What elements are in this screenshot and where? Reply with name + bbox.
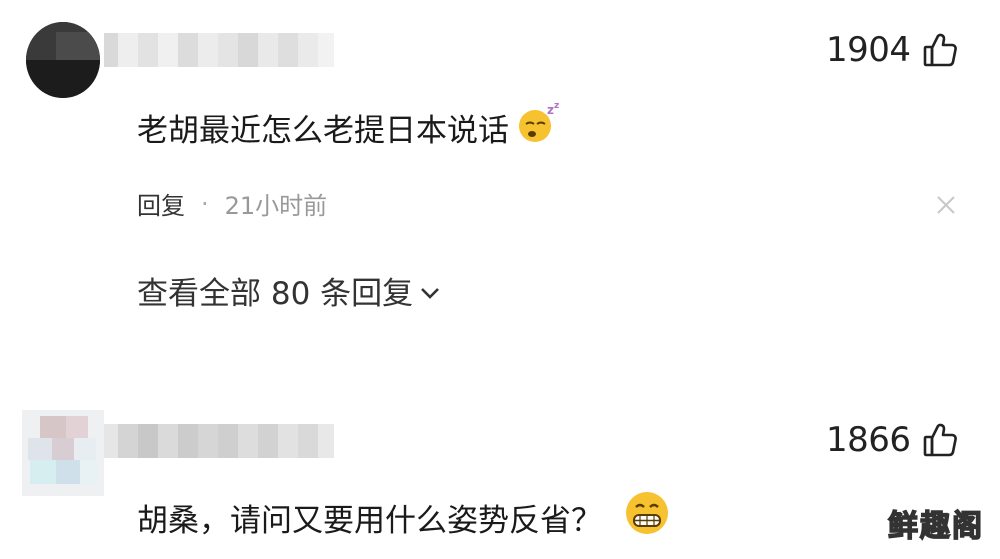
- close-icon[interactable]: [934, 193, 958, 217]
- watermark: 鲜趣阁: [887, 508, 984, 545]
- view-all-replies-label: 查看全部 80 条回复: [137, 276, 414, 312]
- like-count-area[interactable]: 1904: [826, 30, 957, 70]
- thumbs-up-icon[interactable]: [923, 422, 957, 458]
- comment-body: 胡桑，请问又要用什么姿势反省？: [137, 490, 670, 544]
- username-blurred[interactable]: [104, 424, 334, 458]
- svg-text:z: z: [554, 102, 559, 111]
- view-all-replies-button[interactable]: 查看全部 80 条回复: [137, 268, 441, 313]
- svg-text:z: z: [547, 103, 554, 117]
- avatar[interactable]: [26, 22, 100, 98]
- like-count: 1904: [826, 30, 911, 70]
- timestamp: 21小时前: [224, 192, 328, 220]
- sleepy-face-emoji-icon: z z: [515, 101, 563, 152]
- separator-dot: ·: [201, 189, 209, 218]
- reply-button[interactable]: 回复: [137, 186, 185, 221]
- username-blurred[interactable]: [104, 33, 334, 67]
- avatar[interactable]: [22, 410, 104, 496]
- chevron-down-icon: [419, 273, 441, 309]
- grimacing-face-emoji-icon: [624, 490, 670, 544]
- comment-text: 胡桑，请问又要用什么姿势反省？: [137, 502, 602, 539]
- comment-feed: 1904 老胡最近怎么老提日本说话 z z 回复 · 21小时前 查看全部 80…: [0, 0, 1000, 559]
- comment-meta: 回复 · 21小时前: [137, 186, 327, 221]
- like-count-area[interactable]: 1866: [826, 420, 957, 460]
- comment-text: 老胡最近怎么老提日本说话: [137, 112, 509, 149]
- like-count: 1866: [826, 420, 911, 460]
- thumbs-up-icon[interactable]: [923, 32, 957, 68]
- comment-body: 老胡最近怎么老提日本说话 z z: [137, 101, 563, 152]
